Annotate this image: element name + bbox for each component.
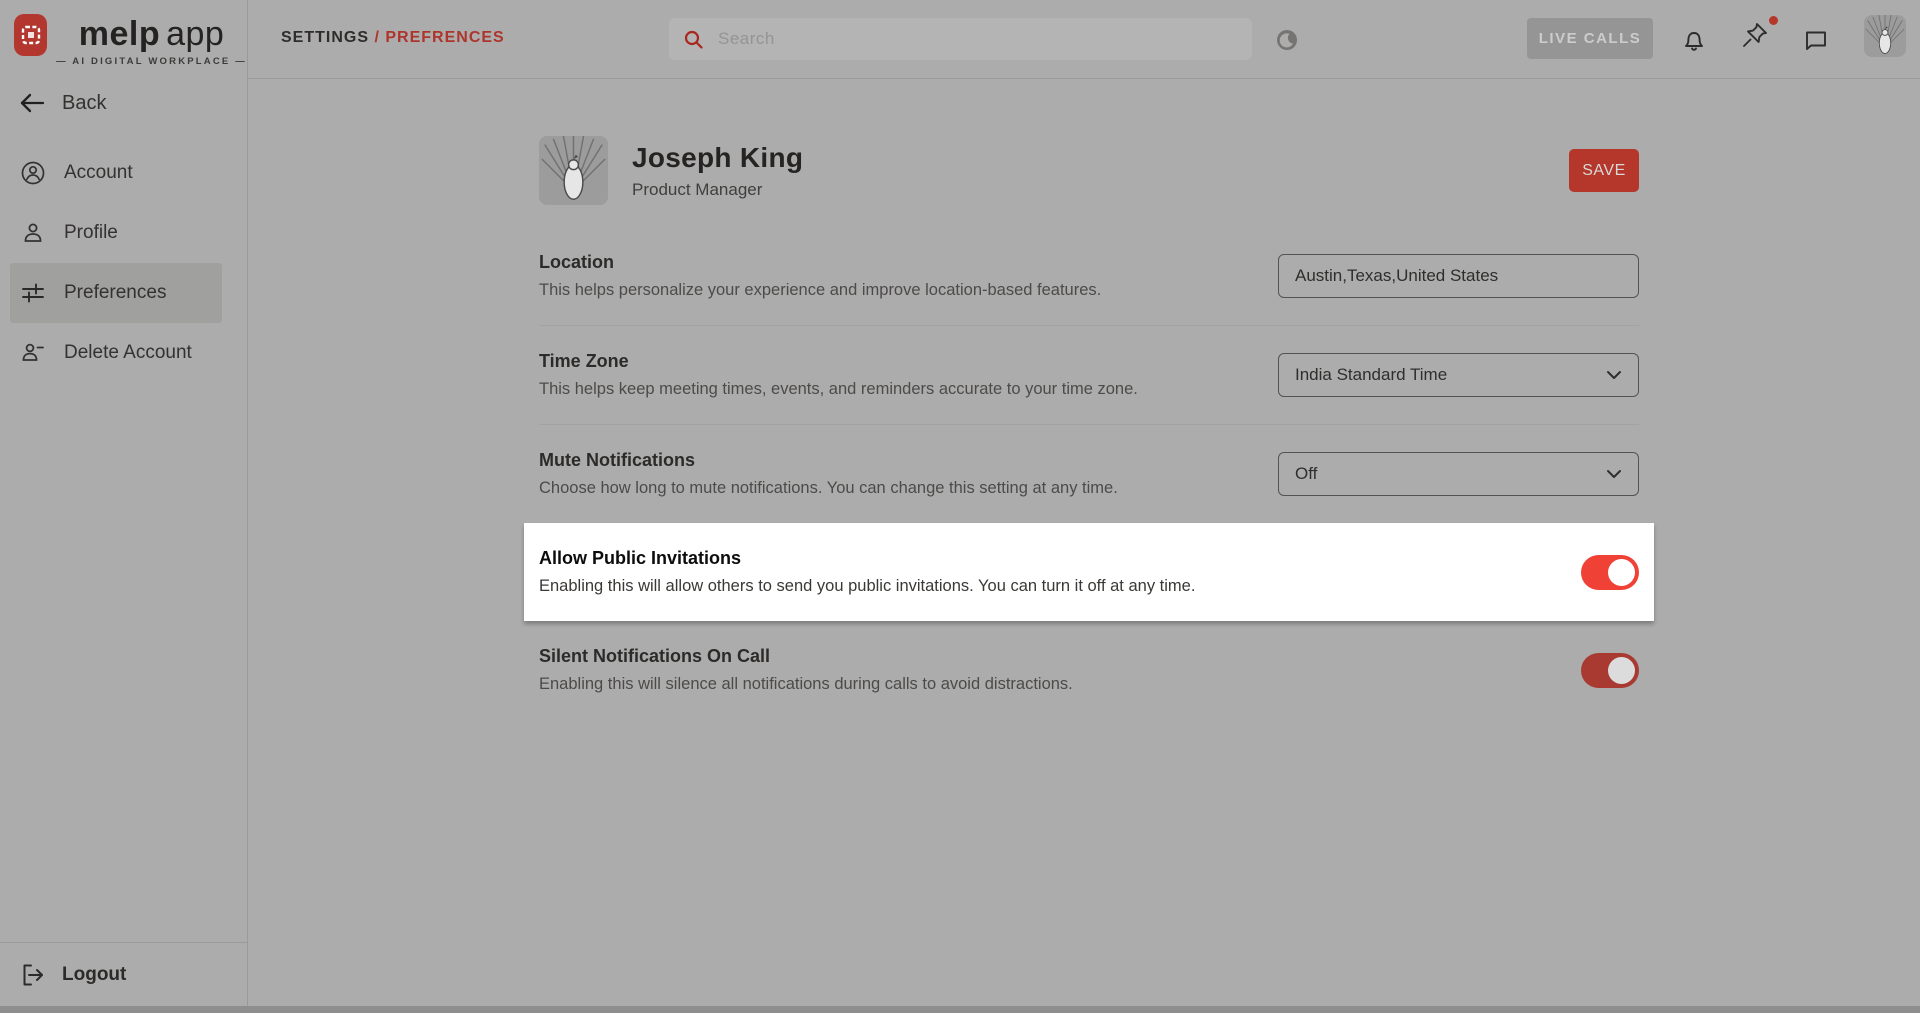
pinned-items-icon[interactable]: [1740, 20, 1776, 56]
profile-header: Joseph King Product Manager SAVE: [539, 136, 1639, 205]
search-icon: [683, 29, 704, 50]
allow-public-invitations-toggle[interactable]: [1581, 555, 1639, 590]
mute-notifications-select[interactable]: Off: [1278, 452, 1639, 496]
brand-tagline: — AI DIGITAL WORKPLACE —: [56, 56, 247, 67]
chat-icon[interactable]: [1802, 26, 1830, 54]
location-input[interactable]: [1278, 254, 1639, 298]
user-avatar[interactable]: [1864, 15, 1906, 57]
live-calls-button[interactable]: LIVE CALLS: [1527, 18, 1653, 59]
breadcrumb-page: PREFRENCES: [385, 29, 504, 46]
profile-name: Joseph King: [632, 142, 803, 174]
setting-title: Mute Notifications: [539, 450, 1118, 471]
breadcrumb: SETTINGS / PREFRENCES: [281, 29, 505, 47]
main-content: Joseph King Product Manager SAVE Locatio…: [248, 79, 1920, 1006]
setting-title: Silent Notifications On Call: [539, 646, 1073, 667]
setting-row-time-zone: Time Zone This helps keep meeting times,…: [539, 326, 1639, 425]
logout-label: Logout: [62, 964, 126, 986]
app-logo[interactable]: melpapp — AI DIGITAL WORKPLACE —: [0, 0, 247, 67]
toggle-knob: [1608, 559, 1635, 586]
setting-title: Time Zone: [539, 351, 1138, 372]
profile-avatar: [539, 136, 608, 205]
setting-row-silent-notifications-on-call: Silent Notifications On Call Enabling th…: [539, 621, 1639, 719]
topbar: SETTINGS / PREFRENCES LIVE CALLS: [248, 0, 1920, 79]
sidebar-item-label: Account: [64, 162, 133, 184]
breadcrumb-section: SETTINGS: [281, 29, 369, 46]
setting-row-mute-notifications: Mute Notifications Choose how long to mu…: [539, 425, 1639, 523]
sidebar-item-account[interactable]: Account: [10, 143, 222, 203]
sidebar-nav: Account Profile Preferences: [0, 143, 247, 383]
arrow-left-icon: [18, 91, 46, 115]
save-button[interactable]: SAVE: [1569, 149, 1639, 192]
notification-dot: [1769, 16, 1778, 25]
sidebar-item-label: Preferences: [64, 282, 166, 304]
back-label: Back: [62, 92, 106, 115]
chevron-down-icon: [1606, 370, 1622, 380]
toggle-knob: [1608, 657, 1635, 684]
breadcrumb-divider: /: [374, 29, 385, 46]
time-zone-select[interactable]: India Standard Time: [1278, 353, 1639, 397]
setting-row-location: Location This helps personalize your exp…: [539, 227, 1639, 326]
chevron-down-icon: [1606, 469, 1622, 479]
notifications-bell-icon[interactable]: [1680, 26, 1708, 54]
sidebar: melpapp — AI DIGITAL WORKPLACE — Back Ac…: [0, 0, 248, 1006]
profile-icon: [20, 220, 46, 246]
settings-rows: Location This helps personalize your exp…: [539, 227, 1639, 719]
setting-description: Enabling this will silence all notificat…: [539, 675, 1073, 694]
melp-logo-icon: [14, 14, 47, 56]
setting-title: Location: [539, 252, 1101, 273]
time-zone-value: India Standard Time: [1295, 365, 1447, 385]
dark-mode-icon[interactable]: [1274, 27, 1300, 53]
sidebar-item-label: Profile: [64, 222, 118, 244]
setting-description: Choose how long to mute notifications. Y…: [539, 479, 1118, 498]
setting-description: This helps keep meeting times, events, a…: [539, 380, 1138, 399]
mute-notifications-value: Off: [1295, 464, 1317, 484]
setting-title: Allow Public Invitations: [539, 548, 1195, 569]
search-input[interactable]: [718, 29, 1238, 49]
user-minus-icon: [20, 340, 46, 366]
brand-name: melpapp: [79, 14, 225, 54]
profile-role: Product Manager: [632, 180, 803, 200]
setting-description: Enabling this will allow others to send …: [539, 577, 1195, 596]
preferences-icon: [20, 280, 46, 306]
sidebar-item-label: Delete Account: [64, 342, 192, 364]
setting-row-allow-public-invitations: Allow Public Invitations Enabling this w…: [524, 523, 1654, 621]
setting-description: This helps personalize your experience a…: [539, 281, 1101, 300]
back-button[interactable]: Back: [0, 67, 247, 125]
logout-button[interactable]: Logout: [0, 942, 247, 1006]
bottom-edge-strip: [0, 1006, 1920, 1013]
account-icon: [20, 160, 46, 186]
silent-notifications-on-call-toggle[interactable]: [1581, 653, 1639, 688]
logout-icon: [20, 962, 46, 988]
sidebar-item-profile[interactable]: Profile: [10, 203, 222, 263]
sidebar-item-preferences[interactable]: Preferences: [10, 263, 222, 323]
sidebar-item-delete-account[interactable]: Delete Account: [10, 323, 222, 383]
search-box[interactable]: [669, 18, 1252, 60]
